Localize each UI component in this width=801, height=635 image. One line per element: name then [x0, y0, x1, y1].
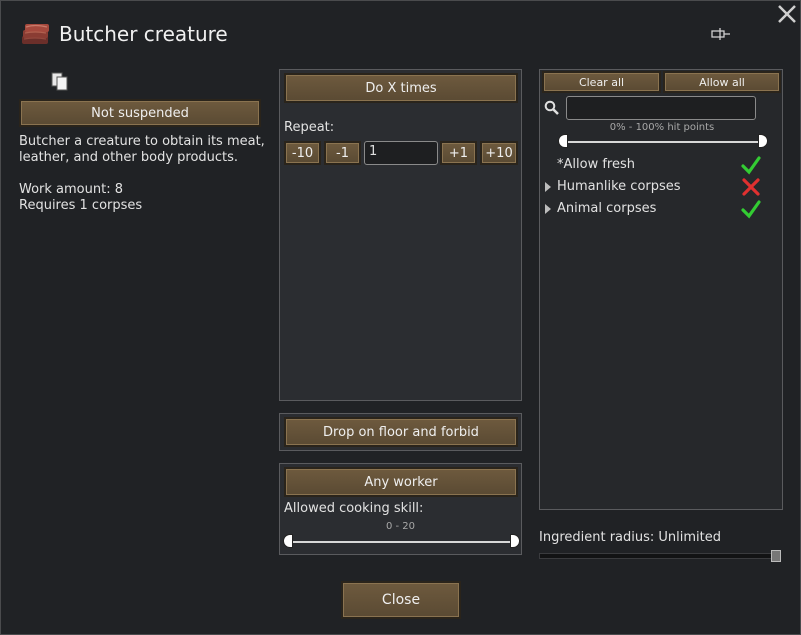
cross-icon[interactable] [741, 177, 761, 197]
ingredient-filter-panel: Clear all Allow all 0% - 100% hit points… [539, 69, 783, 510]
repeat-label: Repeat: [284, 120, 335, 135]
filter-item-allow-fresh[interactable]: *Allow fresh [540, 154, 782, 176]
clear-all-button[interactable]: Clear all [542, 71, 661, 93]
repeat-count-input[interactable]: 1 [364, 141, 438, 165]
expand-arrow-icon[interactable] [545, 204, 551, 214]
filter-search-input[interactable] [566, 96, 756, 120]
work-amount-text: Work amount: 8 [19, 182, 123, 197]
hitpoints-range-track [564, 141, 764, 143]
suspend-toggle-button[interactable]: Not suspended [19, 99, 261, 127]
repeat-mode-button[interactable]: Do X times [284, 73, 518, 103]
minus-10-button[interactable]: -10 [284, 141, 321, 165]
skill-range-track [288, 541, 514, 543]
raw-meat-icon [20, 22, 52, 48]
worker-select-button[interactable]: Any worker [284, 467, 518, 497]
plus-10-button[interactable]: +10 [480, 141, 518, 165]
bill-config-window: Butcher creature Not suspended Butcher a… [0, 0, 801, 635]
minus-1-button[interactable]: -1 [324, 141, 361, 165]
repeat-panel: Do X times Repeat: -10 -1 1 +1 +10 [279, 69, 522, 401]
bill-description: Butcher a creature to obtain its meat, l… [19, 134, 265, 165]
checkmark-icon[interactable] [741, 199, 761, 219]
skill-label: Allowed cooking skill: [284, 501, 424, 516]
window-title: Butcher creature [59, 22, 228, 46]
allow-all-button[interactable]: Allow all [663, 71, 781, 93]
skill-min-handle[interactable] [283, 534, 293, 548]
copy-icon[interactable] [51, 72, 69, 92]
worker-panel: Any worker Allowed cooking skill: 0 - 20 [279, 463, 522, 555]
expand-arrow-icon[interactable] [545, 182, 551, 192]
hitpoints-range-text: 0% - 100% hit points [609, 122, 715, 133]
filter-item-humanlike-corpses[interactable]: Humanlike corpses [540, 176, 782, 198]
list-item-label: *Allow fresh [557, 157, 635, 172]
search-icon [544, 100, 560, 116]
list-item-label: Humanlike corpses [557, 179, 681, 194]
hitpoints-max-handle[interactable] [758, 134, 768, 148]
pin-icon[interactable] [710, 26, 732, 42]
ingredient-radius-label: Ingredient radius: Unlimited [539, 530, 722, 545]
filter-item-animal-corpses[interactable]: Animal corpses [540, 198, 782, 220]
ingredient-radius-slider[interactable] [539, 553, 781, 559]
ingredient-radius-handle[interactable] [771, 550, 781, 562]
hitpoints-min-handle[interactable] [558, 134, 568, 148]
close-button[interactable]: Close [341, 581, 461, 619]
store-mode-button[interactable]: Drop on floor and forbid [284, 417, 518, 447]
close-icon[interactable] [777, 4, 797, 24]
plus-1-button[interactable]: +1 [440, 141, 477, 165]
skill-max-handle[interactable] [510, 534, 520, 548]
skill-range-text: 0 - 20 [385, 521, 416, 532]
store-panel: Drop on floor and forbid [279, 413, 522, 451]
list-item-label: Animal corpses [557, 201, 657, 216]
requires-text: Requires 1 corpses [19, 198, 143, 213]
checkmark-icon[interactable] [741, 155, 761, 175]
